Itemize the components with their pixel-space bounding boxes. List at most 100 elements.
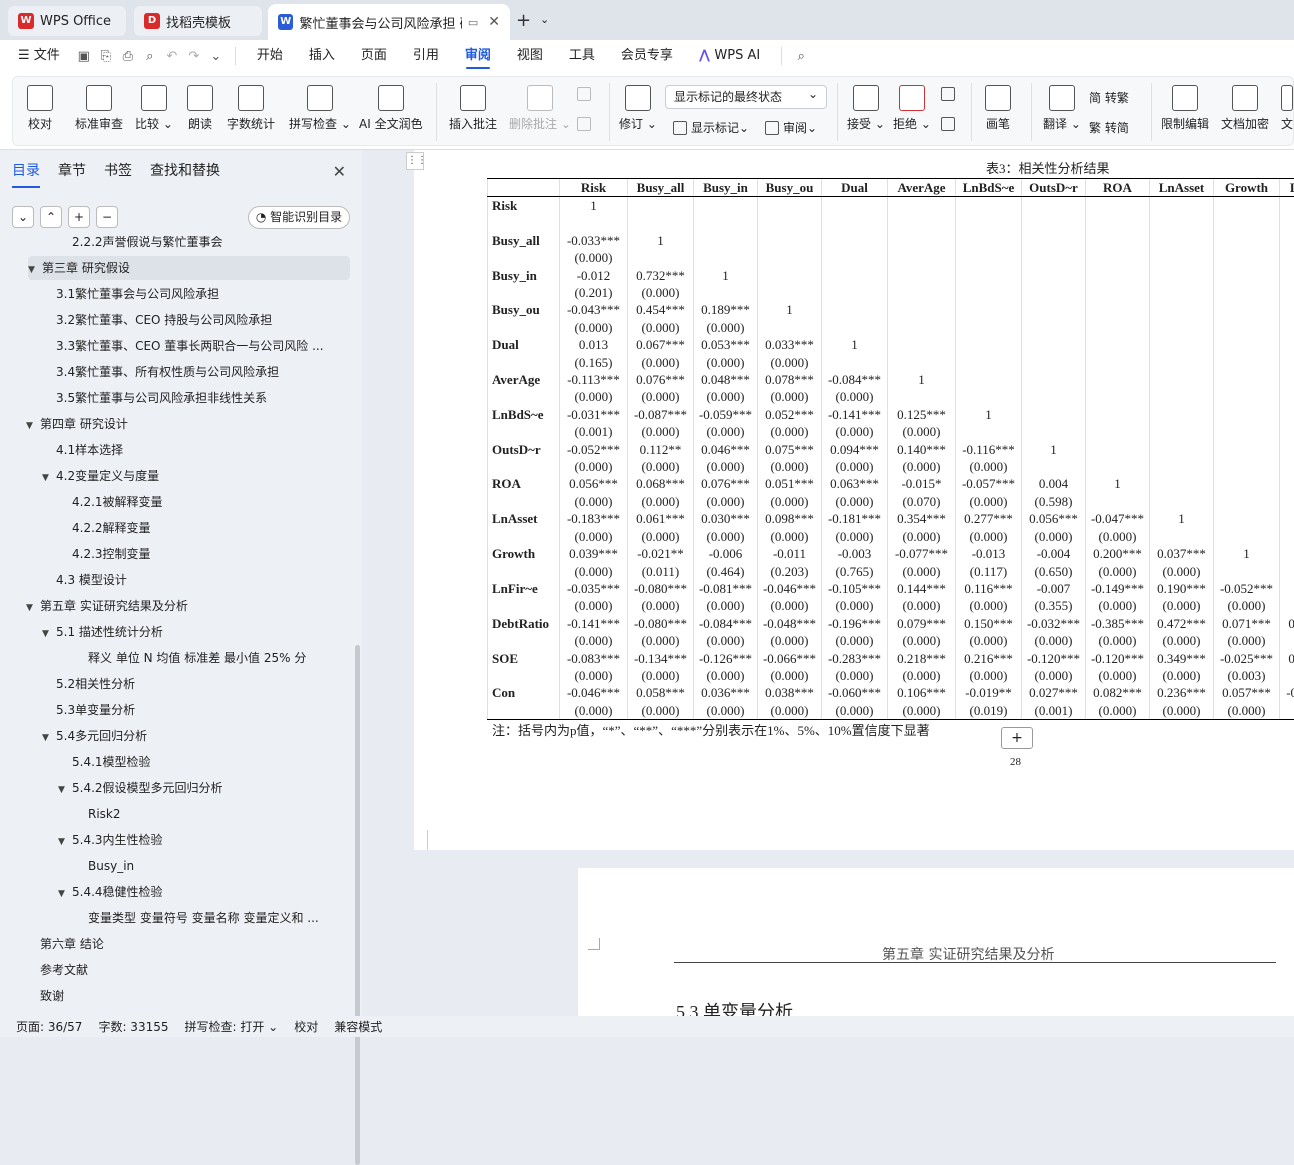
toc-item[interactable]: 5.4.1模型检验 [58, 750, 324, 774]
toc-item[interactable]: 4.3 模型设计 [42, 568, 324, 592]
menu-view[interactable]: 视图 [504, 40, 556, 72]
export-icon[interactable]: ⎘ [95, 45, 117, 67]
toc-item[interactable]: ▼5.4.2假设模型多元回归分析 [58, 776, 324, 800]
spell-check-button[interactable]: 拼写检查 ⌄ [289, 85, 351, 132]
delete-comment-button[interactable]: 删除批注 ⌄ [509, 85, 571, 132]
toc-item[interactable]: 4.1样本选择 [42, 438, 324, 462]
menu-membership[interactable]: 会员专享 [608, 40, 686, 72]
redo-icon[interactable]: ↷ [183, 45, 205, 67]
new-tab-icon[interactable]: + [516, 10, 531, 31]
close-icon[interactable]: ✕ [333, 162, 346, 181]
toc-item[interactable]: 致谢 [26, 984, 324, 1008]
menu-page[interactable]: 页面 [348, 40, 400, 72]
accept-button[interactable]: 接受 ⌄ [847, 85, 885, 132]
add-icon[interactable]: + [68, 206, 90, 228]
add-row-button[interactable]: + [1001, 727, 1033, 749]
toc-item[interactable]: 3.2繁忙董事、CEO 持股与公司风险承担 [42, 308, 324, 332]
menu-references[interactable]: 引用 [400, 40, 452, 72]
prev-change-button[interactable] [941, 87, 959, 101]
file-menu[interactable]: ☰ 文件 [0, 40, 73, 72]
reject-button[interactable]: 拒绝 ⌄ [893, 85, 931, 132]
menu-tools[interactable]: 工具 [556, 40, 608, 72]
menu-insert[interactable]: 插入 [296, 40, 348, 72]
read-aloud-button[interactable]: 朗读 [187, 85, 213, 132]
toc-item[interactable]: Busy_in [74, 854, 324, 878]
to-traditional-button[interactable]: 简 转繁 [1089, 89, 1129, 106]
toc-item[interactable]: 4.2.3控制变量 [58, 542, 324, 566]
to-simplified-button[interactable]: 繁 转简 [1089, 119, 1129, 136]
undo-icon[interactable]: ↶ [161, 45, 183, 67]
chevron-down-icon[interactable]: ⌄ [205, 45, 227, 67]
toc-item[interactable]: 3.5繁忙董事与公司风险承担非线性关系 [42, 386, 324, 410]
toc-item[interactable]: ▼5.4.3内生性检验 [58, 828, 324, 852]
toc-item[interactable]: 3.3繁忙董事、CEO 董事长两职合一与公司风险 ... [42, 334, 324, 358]
toc-item[interactable]: 参考文献 [26, 958, 324, 982]
page-indicator[interactable]: 页面: 36/57 [16, 1018, 82, 1035]
revise-button[interactable]: 修订 ⌄ [619, 85, 657, 132]
toc-item[interactable]: ▼5.4多元回归分析 [42, 724, 324, 748]
search-icon[interactable]: ⌕ [790, 45, 812, 67]
caret-down-icon[interactable]: ▼ [58, 778, 72, 800]
toc-item[interactable]: ▼第四章 研究设计 [26, 412, 324, 436]
tab-chapters[interactable]: 章节 [58, 160, 86, 188]
toc-item[interactable]: 3.1繁忙董事会与公司风险承担 [42, 282, 324, 306]
standard-review-button[interactable]: 标准审查 [75, 85, 123, 132]
print-preview-icon[interactable]: ⌕ [139, 45, 161, 67]
toc-item[interactable]: 3.4繁忙董事、所有权性质与公司风险承担 [42, 360, 324, 384]
tab-wps-office[interactable]: W WPS Office [8, 6, 126, 36]
review-pane-button[interactable]: 审阅 ⌄ [765, 119, 817, 136]
caret-down-icon[interactable]: ▼ [28, 258, 42, 280]
toc-item[interactable]: ▼第三章 研究假设 [28, 256, 350, 280]
tab-current-document[interactable]: W 繁忙董事会与公司风险承担 硕 ▭ ✕ [268, 4, 510, 40]
word-count-indicator[interactable]: 字数: 33155 [98, 1018, 168, 1035]
pen-button[interactable]: 画笔 [985, 85, 1011, 132]
more-button[interactable]: 文 [1281, 85, 1293, 132]
prev-comment-button[interactable] [577, 87, 595, 101]
table-drag-handle-icon[interactable]: ⋮⋮ [406, 152, 424, 170]
toc-item[interactable]: 释义 单位 N 均值 标准差 最小值 25% 分 [74, 646, 324, 670]
close-icon[interactable]: ✕ [488, 14, 500, 30]
scrollbar[interactable] [355, 645, 360, 1165]
toc-item[interactable]: ▼4.2变量定义与度量 [42, 464, 324, 488]
caret-down-icon[interactable]: ▼ [26, 596, 40, 618]
toc-item[interactable]: 5.3单变量分析 [42, 698, 324, 722]
menu-home[interactable]: 开始 [244, 40, 296, 72]
encrypt-button[interactable]: 文档加密 [1221, 85, 1269, 132]
caret-down-icon[interactable]: ▼ [26, 414, 40, 436]
proof-button[interactable]: 校对 [27, 85, 53, 132]
restrict-edit-button[interactable]: 限制编辑 [1161, 85, 1209, 132]
chevron-down-icon[interactable]: ⌄ [540, 13, 549, 26]
translate-button[interactable]: 翻译 ⌄ [1043, 85, 1081, 132]
toc-item[interactable]: 4.2.1被解释变量 [58, 490, 324, 514]
tab-find-replace[interactable]: 查找和替换 [150, 160, 220, 188]
toc-item[interactable]: 5.2相关性分析 [42, 672, 324, 696]
toc-item[interactable]: ▼第五章 实证研究结果及分析 [26, 594, 324, 618]
caret-down-icon[interactable]: ▼ [58, 830, 72, 852]
chevron-up-icon[interactable]: ⌃ [40, 206, 62, 228]
compare-button[interactable]: 比较 ⌄ [135, 85, 173, 132]
proof-indicator[interactable]: 校对 [294, 1018, 318, 1035]
screen-icon[interactable]: ▭ [468, 16, 478, 29]
toc-item[interactable]: 第六章 结论 [26, 932, 324, 956]
menu-wps-ai[interactable]: ⋀ WPS AI [686, 40, 773, 72]
toc-item[interactable]: 变量类型 变量符号 变量名称 变量定义和 ... [74, 906, 324, 930]
toc-item[interactable]: 4.2.2解释变量 [58, 516, 324, 540]
smart-toc-button[interactable]: ◔ 智能识别目录 [248, 206, 350, 229]
spell-check-indicator[interactable]: 拼写检查: 打开 ⌄ [185, 1018, 279, 1035]
toc-item[interactable]: ▼5.1 描述性统计分析 [42, 620, 324, 644]
markup-mode-select[interactable]: 显示标记的最终状态 [665, 85, 827, 109]
ai-polish-button[interactable]: AI 全文润色 [359, 85, 423, 132]
caret-down-icon[interactable]: ▼ [42, 726, 56, 748]
toc-item[interactable]: 2.2.2声誉假说与繁忙董事会 [58, 236, 324, 254]
print-icon[interactable]: ⎙ [117, 45, 139, 67]
tab-bookmarks[interactable]: 书签 [104, 160, 132, 188]
insert-comment-button[interactable]: 插入批注 [449, 85, 497, 132]
next-comment-button[interactable] [577, 117, 595, 131]
chevron-down-icon[interactable]: ⌄ [12, 206, 34, 228]
next-change-button[interactable] [941, 117, 959, 131]
caret-down-icon[interactable]: ▼ [42, 466, 56, 488]
save-icon[interactable]: ▣ [73, 45, 95, 67]
toc-item[interactable]: Risk2 [74, 802, 324, 826]
toc-item[interactable]: ▼5.4.4稳健性检验 [58, 880, 324, 904]
show-markup-button[interactable]: 显示标记 ⌄ [673, 119, 749, 136]
